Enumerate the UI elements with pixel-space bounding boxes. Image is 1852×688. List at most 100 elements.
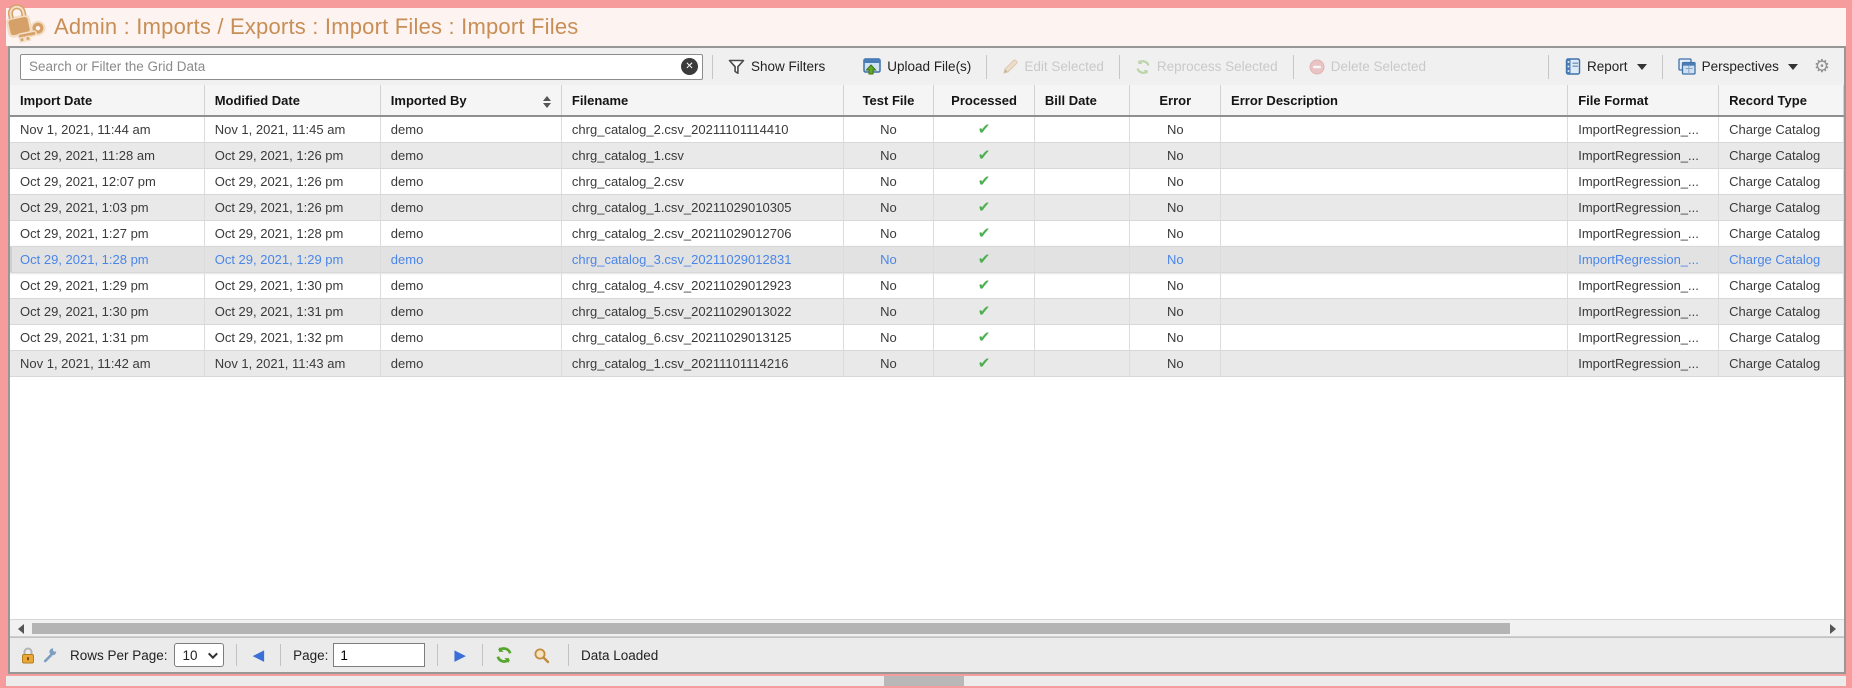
column-header-file-format[interactable]: File Format xyxy=(1568,85,1719,116)
cell-import-date: Nov 1, 2021, 11:42 am xyxy=(10,350,204,376)
cell-imported-by: demo xyxy=(380,168,561,194)
column-header-error-description[interactable]: Error Description xyxy=(1221,85,1568,116)
cell-modified-date: Oct 29, 2021, 1:26 pm xyxy=(204,142,380,168)
delete-selected-button[interactable]: Delete Selected xyxy=(1303,55,1432,79)
column-header-record-type[interactable]: Record Type xyxy=(1719,85,1844,116)
sort-indicator-icon[interactable] xyxy=(543,96,551,108)
cell-error: No xyxy=(1130,324,1221,350)
upload-files-button[interactable]: Upload File(s) xyxy=(857,54,977,79)
table-row[interactable]: Nov 1, 2021, 11:42 amNov 1, 2021, 11:43 … xyxy=(10,350,1844,376)
upload-files-label: Upload File(s) xyxy=(887,59,971,74)
footer-divider xyxy=(568,644,569,666)
table-row[interactable]: Oct 29, 2021, 12:07 pmOct 29, 2021, 1:26… xyxy=(10,168,1844,194)
chevron-down-icon xyxy=(1637,64,1647,70)
cell-import-date: Oct 29, 2021, 1:27 pm xyxy=(10,220,204,246)
column-header-modified-date[interactable]: Modified Date xyxy=(204,85,380,116)
data-grid: Import Date Modified Date Imported ByFilen… xyxy=(10,85,1844,619)
cell-error: No xyxy=(1130,246,1221,272)
column-header-label: Modified Date xyxy=(215,93,300,108)
browser-scrollbar-thumb[interactable] xyxy=(884,676,964,686)
cell-record-type: Charge Catalog xyxy=(1719,298,1844,324)
cell-imported-by: demo xyxy=(380,194,561,220)
cell-bill-date xyxy=(1034,194,1130,220)
cell-bill-date xyxy=(1034,272,1130,298)
table-row[interactable]: Oct 29, 2021, 11:28 amOct 29, 2021, 1:26… xyxy=(10,142,1844,168)
cell-imported-by: demo xyxy=(380,324,561,350)
table-row[interactable]: Oct 29, 2021, 1:28 pmOct 29, 2021, 1:29 … xyxy=(10,246,1844,272)
cell-import-date: Oct 29, 2021, 1:28 pm xyxy=(10,246,204,272)
toolbar-divider xyxy=(1662,55,1663,79)
horizontal-scrollbar-thumb[interactable] xyxy=(32,623,1510,634)
cell-test-file: No xyxy=(843,116,934,142)
browser-horizontal-scrollbar[interactable] xyxy=(6,676,1846,686)
column-header-bill-date[interactable]: Bill Date xyxy=(1034,85,1130,116)
cell-error: No xyxy=(1130,350,1221,376)
rows-per-page-select[interactable]: 10 xyxy=(174,643,224,667)
perspectives-dropdown-button[interactable]: Perspectives xyxy=(1672,54,1804,79)
cell-processed: ✔ xyxy=(934,272,1035,298)
cell-filename: chrg_catalog_6.csv_20211029013125 xyxy=(561,324,843,350)
cell-filename: chrg_catalog_3.csv_20211029012831 xyxy=(561,246,843,272)
previous-page-icon[interactable]: ◀ xyxy=(249,646,269,664)
toolbar-divider xyxy=(1293,55,1294,79)
footer-divider xyxy=(280,644,281,666)
cell-imported-by: demo xyxy=(380,350,561,376)
scroll-right-arrow-icon[interactable] xyxy=(1826,622,1840,636)
column-header-test-file[interactable]: Test File xyxy=(843,85,934,116)
cell-bill-date xyxy=(1034,298,1130,324)
table-row[interactable]: Oct 29, 2021, 1:03 pmOct 29, 2021, 1:26 … xyxy=(10,194,1844,220)
footer-divider xyxy=(482,644,483,666)
cell-file-format: ImportRegression_... xyxy=(1568,168,1719,194)
cell-record-type: Charge Catalog xyxy=(1719,246,1844,272)
clear-search-icon[interactable]: ✕ xyxy=(681,58,698,75)
gear-icon[interactable]: ⚙ xyxy=(1814,56,1830,77)
cell-import-date: Oct 29, 2021, 1:30 pm xyxy=(10,298,204,324)
lock-icon[interactable] xyxy=(20,647,36,664)
cell-file-format: ImportRegression_... xyxy=(1568,220,1719,246)
column-header-filename[interactable]: Filename xyxy=(561,85,843,116)
cell-test-file: No xyxy=(843,142,934,168)
cell-file-format: ImportRegression_... xyxy=(1568,298,1719,324)
table-row[interactable]: Oct 29, 2021, 1:31 pmOct 29, 2021, 1:32 … xyxy=(10,324,1844,350)
cell-modified-date: Nov 1, 2021, 11:43 am xyxy=(204,350,380,376)
edit-selected-button[interactable]: Edit Selected xyxy=(996,55,1110,79)
table-row[interactable]: Nov 1, 2021, 11:44 amNov 1, 2021, 11:45 … xyxy=(10,116,1844,142)
status-message: Data Loaded xyxy=(581,648,658,663)
horizontal-scrollbar[interactable] xyxy=(10,619,1844,637)
cell-imported-by: demo xyxy=(380,142,561,168)
wrench-icon[interactable] xyxy=(42,647,58,663)
scroll-left-arrow-icon[interactable] xyxy=(14,622,28,636)
cell-record-type: Charge Catalog xyxy=(1719,194,1844,220)
cell-error-description xyxy=(1221,350,1568,376)
table-row[interactable]: Oct 29, 2021, 1:30 pmOct 29, 2021, 1:31 … xyxy=(10,298,1844,324)
cell-imported-by: demo xyxy=(380,220,561,246)
cell-bill-date xyxy=(1034,116,1130,142)
grid-header-row: Import Date Modified Date Imported ByFilen… xyxy=(10,85,1844,116)
table-row[interactable]: Oct 29, 2021, 1:27 pmOct 29, 2021, 1:28 … xyxy=(10,220,1844,246)
cell-test-file: No xyxy=(843,246,934,272)
column-header-processed[interactable]: Processed xyxy=(934,85,1035,116)
cell-processed: ✔ xyxy=(934,298,1035,324)
processed-check-icon: ✔ xyxy=(978,303,991,320)
refresh-icon[interactable] xyxy=(495,646,513,664)
table-row[interactable]: Oct 29, 2021, 1:29 pmOct 29, 2021, 1:30 … xyxy=(10,272,1844,298)
cell-import-date: Oct 29, 2021, 1:31 pm xyxy=(10,324,204,350)
show-filters-button[interactable]: Show Filters xyxy=(722,55,831,79)
processed-check-icon: ✔ xyxy=(978,173,991,190)
search-input[interactable] xyxy=(20,54,703,80)
column-header-import-date[interactable]: Import Date xyxy=(10,85,204,116)
report-dropdown-button[interactable]: Report xyxy=(1558,54,1653,79)
column-header-error[interactable]: Error xyxy=(1130,85,1221,116)
next-page-icon[interactable]: ▶ xyxy=(450,646,470,664)
perspectives-label: Perspectives xyxy=(1702,59,1779,74)
column-header-imported-by[interactable]: Imported By xyxy=(380,85,561,116)
cell-error-description xyxy=(1221,220,1568,246)
show-filters-label: Show Filters xyxy=(751,59,825,74)
reprocess-selected-button[interactable]: Reprocess Selected xyxy=(1129,55,1284,79)
processed-check-icon: ✔ xyxy=(978,329,991,346)
cell-modified-date: Oct 29, 2021, 1:29 pm xyxy=(204,246,380,272)
cell-filename: chrg_catalog_1.csv xyxy=(561,142,843,168)
search-magnifier-icon[interactable] xyxy=(533,647,550,664)
page-number-input[interactable] xyxy=(333,643,425,667)
cell-import-date: Oct 29, 2021, 12:07 pm xyxy=(10,168,204,194)
